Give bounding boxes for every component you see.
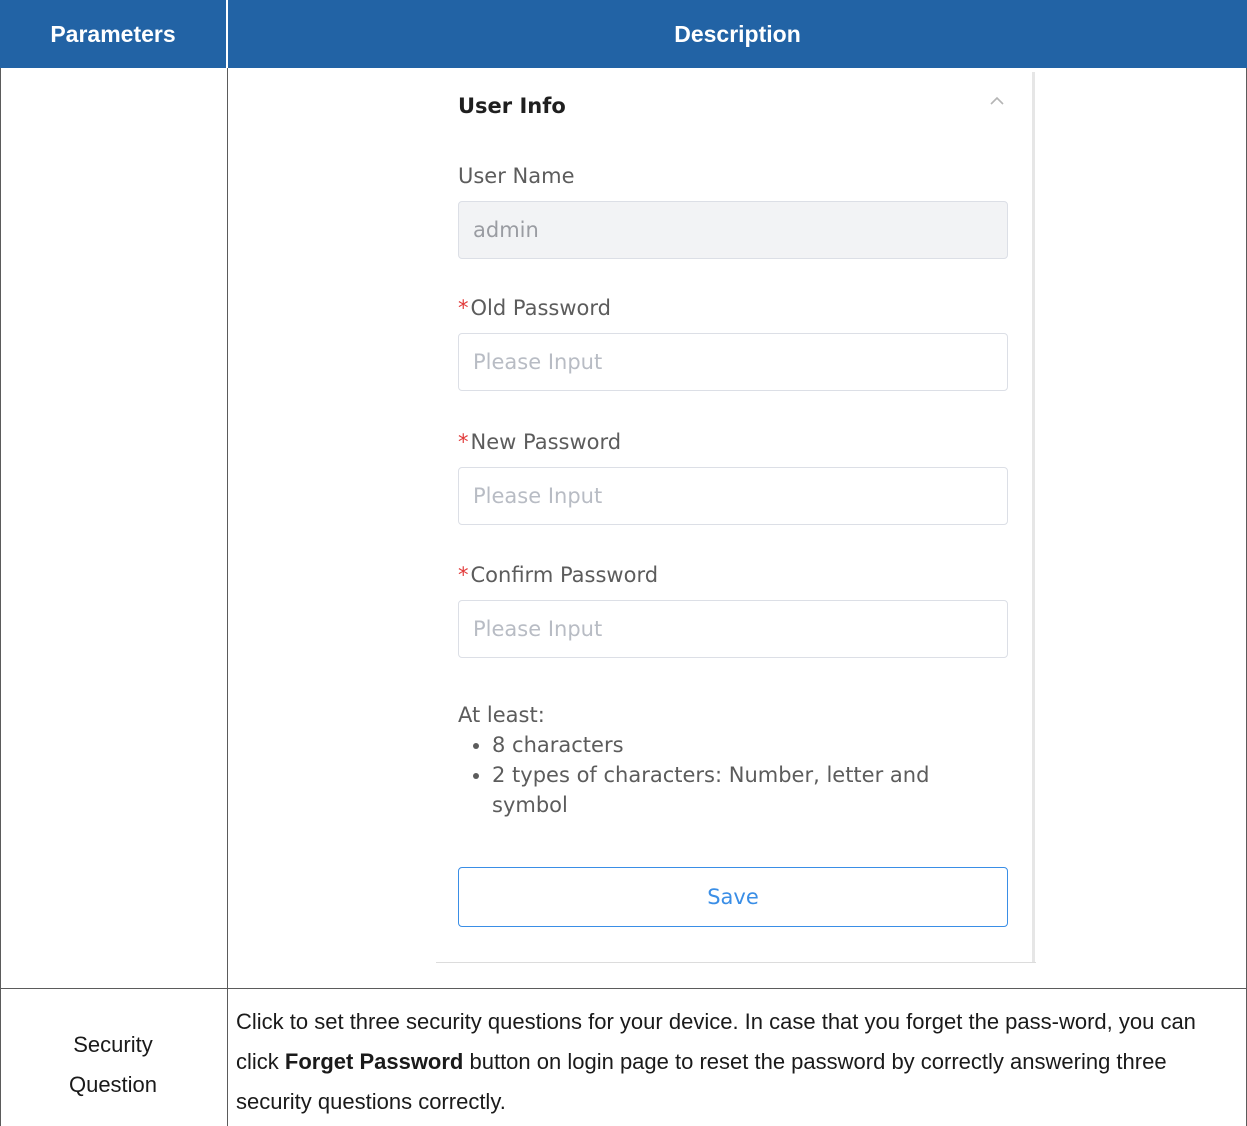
- table-row-divider: [0, 988, 1247, 989]
- password-rule: 8 characters: [492, 730, 998, 760]
- param-name-line1: Security: [73, 1031, 153, 1057]
- old-password-label: *Old Password: [458, 296, 611, 320]
- required-mark: *: [458, 563, 469, 587]
- old-password-label-text: Old Password: [470, 296, 611, 320]
- param-name-line2: Question: [68, 1071, 158, 1097]
- panel-bottom-border: [436, 962, 1036, 963]
- required-mark: *: [458, 430, 469, 454]
- header-parameters: Parameters: [0, 0, 226, 68]
- user-name-label: User Name: [458, 164, 575, 188]
- old-password-input[interactable]: Please Input: [458, 333, 1008, 391]
- required-mark: *: [458, 296, 469, 320]
- new-password-label-text: New Password: [470, 430, 622, 454]
- table-column-divider: [227, 68, 228, 1126]
- parameters-table: Parameters Description User Info User Na…: [0, 0, 1247, 1126]
- confirm-password-label-text: Confirm Password: [470, 563, 659, 587]
- new-password-label: *New Password: [458, 430, 621, 454]
- user-name-field: admin: [458, 201, 1008, 259]
- table-border-left: [0, 68, 1, 1126]
- forget-password-term: Forget Password: [284, 1049, 464, 1074]
- user-info-panel: User Info User Name admin *Old Password …: [436, 68, 1036, 964]
- panel-scroll-edge: [1032, 72, 1035, 962]
- confirm-password-input[interactable]: Please Input: [458, 600, 1008, 658]
- password-rule: 2 types of characters: Number, letter an…: [492, 760, 998, 820]
- security-question-description: Click to set three security questions fo…: [236, 1002, 1236, 1122]
- new-password-input[interactable]: Please Input: [458, 467, 1008, 525]
- password-hint-intro: At least:: [458, 703, 545, 727]
- confirm-password-label: *Confirm Password: [458, 563, 658, 587]
- password-rules-list: 8 characters 2 types of characters: Numb…: [458, 730, 998, 820]
- header-description: Description: [228, 0, 1247, 68]
- password-hint: At least: 8 characters 2 types of charac…: [458, 700, 998, 820]
- param-security-question: Security Question: [0, 1003, 226, 1126]
- save-button[interactable]: Save: [458, 867, 1008, 927]
- panel-title: User Info: [458, 94, 566, 118]
- chevron-up-icon[interactable]: [988, 94, 1006, 108]
